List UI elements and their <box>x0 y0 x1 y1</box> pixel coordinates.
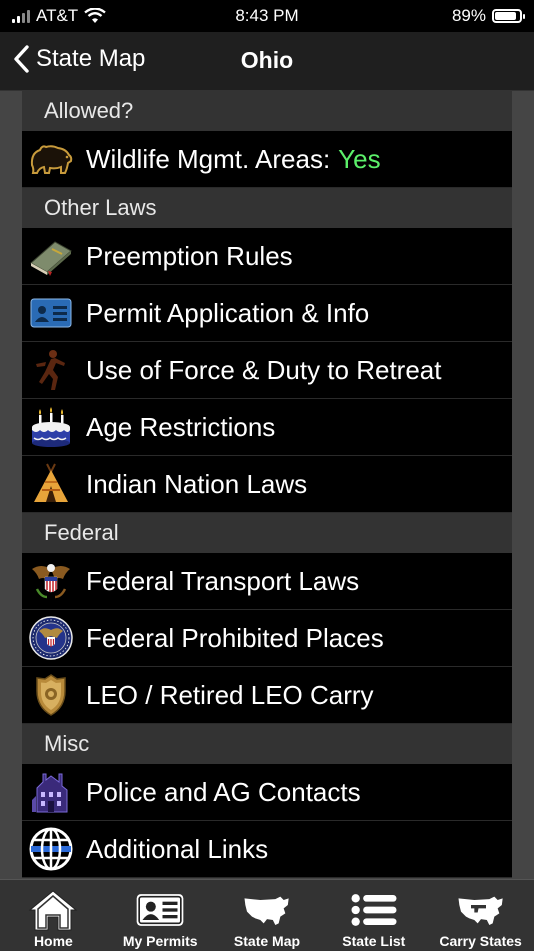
status-right: 89% <box>451 6 525 26</box>
status-bar: AT&T 8:43 PM 89% <box>0 0 534 32</box>
row-leo-carry[interactable]: LEO / Retired LEO Carry <box>22 667 512 724</box>
eagle-seal-icon <box>28 558 74 604</box>
row-label: Permit Application & Info <box>86 297 370 328</box>
row-wildlife-mgmt-areas[interactable]: Wildlife Mgmt. Areas: Yes <box>22 131 512 188</box>
row-federal-transport-laws[interactable]: Federal Transport Laws <box>22 553 512 610</box>
presidential-seal-icon <box>28 615 74 661</box>
content-area[interactable]: Allowed? Wildlife Mgmt. Areas: Yes Other… <box>0 91 534 879</box>
row-label: Use of Force & Duty to Retreat <box>86 354 442 385</box>
section-header-federal: Federal <box>22 513 512 553</box>
row-indian-nation-laws[interactable]: Indian Nation Laws <box>22 456 512 513</box>
row-use-of-force[interactable]: Use of Force & Duty to Retreat <box>22 342 512 399</box>
row-label: LEO / Retired LEO Carry <box>86 679 374 710</box>
permit-card-icon <box>136 894 184 926</box>
tab-bar: Home My Permits State Map State List Car… <box>0 879 534 951</box>
row-federal-prohibited-places[interactable]: Federal Prohibited Places <box>22 610 512 667</box>
row-label: Preemption Rules <box>86 240 293 271</box>
row-label: Federal Transport Laws <box>86 565 360 596</box>
row-label: Wildlife Mgmt. Areas: <box>86 143 331 174</box>
tab-label: State List <box>342 933 406 949</box>
laws-table: Allowed? Wildlife Mgmt. Areas: Yes Other… <box>22 91 512 878</box>
row-permit-application[interactable]: Permit Application & Info <box>22 285 512 342</box>
house-icon <box>29 890 78 931</box>
wildlife-status-value: Yes <box>338 143 381 174</box>
tab-label: Home <box>33 933 73 949</box>
row-label: Police and AG Contacts <box>86 776 361 807</box>
row-additional-links[interactable]: Additional Links <box>22 821 512 878</box>
tab-home[interactable]: Home <box>0 880 107 951</box>
teepee-icon <box>28 461 74 507</box>
row-police-ag-contacts[interactable]: Police and AG Contacts <box>22 764 512 821</box>
tab-label: State Map <box>233 933 301 949</box>
row-age-restrictions[interactable]: Age Restrictions <box>22 399 512 456</box>
id-card-icon <box>28 290 74 336</box>
birthday-cake-icon <box>28 404 74 450</box>
battery-icon <box>492 9 525 23</box>
running-man-icon <box>28 347 74 393</box>
row-label: Additional Links <box>86 833 269 864</box>
law-book-icon <box>28 233 74 279</box>
section-header-allowed: Allowed? <box>22 91 512 131</box>
police-station-icon <box>28 769 74 815</box>
bear-icon <box>28 136 74 182</box>
row-preemption-rules[interactable]: Preemption Rules <box>22 228 512 285</box>
police-badge-icon <box>28 672 74 718</box>
navigation-bar: State Map Ohio <box>0 32 534 91</box>
page-title: Ohio <box>240 47 294 73</box>
row-label: Federal Prohibited Places <box>86 622 384 653</box>
globe-icon <box>28 826 74 872</box>
row-label: Indian Nation Laws <box>86 468 308 499</box>
us-map-icon <box>244 896 289 925</box>
tab-my-permits[interactable]: My Permits <box>107 880 214 951</box>
tab-state-list[interactable]: State List <box>320 880 427 951</box>
row-label: Age Restrictions <box>86 411 276 442</box>
battery-percent: 89% <box>451 6 486 25</box>
tab-carry-states[interactable]: Carry States <box>427 880 534 951</box>
tab-label: Carry States <box>439 933 522 949</box>
section-header-misc: Misc <box>22 724 512 764</box>
list-icon <box>351 894 397 926</box>
carry-states-map-icon <box>458 896 503 925</box>
section-header-other-laws: Other Laws <box>22 188 512 228</box>
tab-state-map[interactable]: State Map <box>214 880 321 951</box>
tab-label: My Permits <box>122 933 198 949</box>
